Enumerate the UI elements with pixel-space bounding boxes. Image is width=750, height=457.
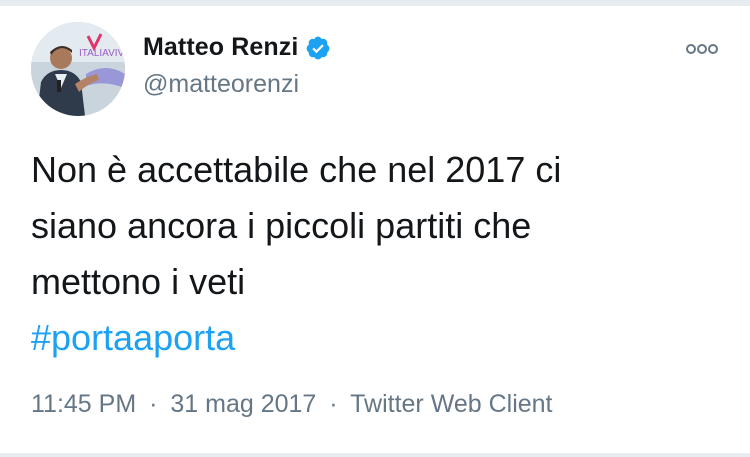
more-options-icon[interactable]	[684, 40, 720, 58]
tweet-card: ITALIAVIVA Matteo Renzi @matteorenzi	[0, 0, 750, 457]
top-divider	[0, 0, 750, 6]
tweet-client[interactable]: Twitter Web Client	[350, 390, 552, 418]
tweet-time[interactable]: 11:45 PM	[31, 390, 136, 418]
bottom-divider	[0, 453, 750, 457]
user-handle[interactable]: @matteorenzi	[143, 70, 299, 99]
verified-badge-icon	[305, 35, 331, 61]
tweet-date[interactable]: 31 mag 2017	[170, 390, 316, 418]
name-row: Matteo Renzi	[143, 33, 331, 62]
tweet-meta: 11:45 PM · 31 mag 2017 · Twitter Web Cli…	[31, 390, 553, 419]
avatar-logo-text: ITALIAVIVA	[79, 48, 125, 59]
hashtag-link[interactable]: #portaaporta	[31, 310, 721, 366]
meta-separator: ·	[149, 390, 158, 418]
avatar-image: ITALIAVIVA	[31, 22, 125, 116]
display-name[interactable]: Matteo Renzi	[143, 33, 298, 62]
tweet-body: Non è accettabile che nel 2017 ci siano …	[31, 142, 721, 366]
meta-separator: ·	[329, 390, 338, 418]
avatar[interactable]: ITALIAVIVA	[31, 22, 125, 116]
tweet-text: Non è accettabile che nel 2017 ci siano …	[31, 149, 562, 302]
